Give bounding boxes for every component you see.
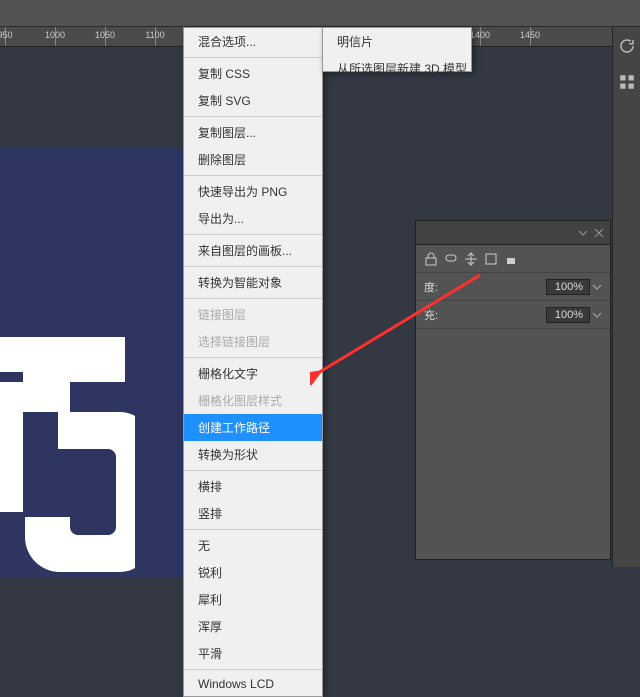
panel-header	[416, 221, 610, 245]
ruler-label: 1400	[470, 30, 490, 40]
submenu: 明信片从所选图层新建 3D 模型	[322, 27, 472, 72]
chevron-down-icon[interactable]	[592, 282, 602, 292]
lock2-icon[interactable]	[504, 252, 518, 266]
close-icon[interactable]	[594, 228, 604, 238]
ruler-label: 1450	[520, 30, 540, 40]
menu-item[interactable]: 创建工作路径	[184, 414, 322, 441]
menu-item: 选择链接图层	[184, 328, 322, 355]
menu-item[interactable]: 平滑	[184, 640, 322, 667]
ruler-label: 950	[0, 30, 13, 40]
menu-item[interactable]: 来自图层的画板...	[184, 237, 322, 264]
context-menu: 混合选项... 复制 CSS复制 SVG 复制图层...删除图层快速导出为 PNG导…	[183, 27, 323, 697]
opacity-row: 度: 100%	[416, 273, 610, 301]
menu-item[interactable]: 浑厚	[184, 613, 322, 640]
menu-separator	[184, 669, 322, 670]
menu-separator	[184, 357, 322, 358]
menu-item[interactable]: Windows LCD	[184, 672, 322, 696]
text-glyph	[0, 337, 135, 577]
submenu-item[interactable]: 从所选图层新建 3D 模型	[323, 55, 471, 82]
menu-item[interactable]: 复制图层...	[184, 119, 322, 146]
menu-item[interactable]: 混合选项...	[184, 28, 322, 55]
app-toolbar	[0, 0, 640, 27]
menu-item[interactable]: 转换为智能对象	[184, 269, 322, 296]
link-icon[interactable]	[444, 252, 458, 266]
artboard[interactable]	[0, 147, 190, 577]
panel-icon-row	[416, 245, 610, 273]
crop-icon[interactable]	[484, 252, 498, 266]
ruler-label: 1050	[95, 30, 115, 40]
opacity-label: 度:	[424, 279, 438, 295]
opacity-value[interactable]: 100%	[546, 279, 590, 295]
menu-item[interactable]: 犀利	[184, 586, 322, 613]
fill-label: 充:	[424, 307, 438, 323]
menu-item[interactable]: 复制 SVG	[184, 87, 322, 114]
menu-item[interactable]: 复制 CSS	[184, 60, 322, 87]
menu-item[interactable]: 无	[184, 532, 322, 559]
menu-separator	[184, 116, 322, 117]
collapse-icon[interactable]	[578, 228, 588, 238]
menu-separator	[184, 529, 322, 530]
grid-icon[interactable]	[618, 73, 636, 91]
menu-item[interactable]: 竖排	[184, 500, 322, 527]
menu-separator	[184, 57, 322, 58]
ruler-label: 1000	[45, 30, 65, 40]
menu-item[interactable]: 删除图层	[184, 146, 322, 173]
move-icon[interactable]	[464, 252, 478, 266]
menu-item[interactable]: 快速导出为 PNG	[184, 178, 322, 205]
menu-separator	[184, 175, 322, 176]
menu-separator	[184, 234, 322, 235]
menu-item[interactable]: 横排	[184, 473, 322, 500]
refresh-icon[interactable]	[618, 37, 636, 55]
menu-item: 栅格化图层样式	[184, 387, 322, 414]
menu-item: 链接图层	[184, 301, 322, 328]
chevron-down-icon[interactable]	[592, 310, 602, 320]
right-dock	[612, 27, 640, 567]
layers-panel: 度: 100% 充: 100%	[415, 220, 611, 560]
fill-row: 充: 100%	[416, 301, 610, 329]
menu-item[interactable]: 锐利	[184, 559, 322, 586]
panel-body	[416, 329, 610, 549]
menu-item[interactable]: 栅格化文字	[184, 360, 322, 387]
menu-item[interactable]: 导出为...	[184, 205, 322, 232]
lock-icon[interactable]	[424, 252, 438, 266]
submenu-item[interactable]: 明信片	[323, 28, 471, 55]
fill-value[interactable]: 100%	[546, 307, 590, 323]
menu-separator	[184, 470, 322, 471]
menu-separator	[184, 266, 322, 267]
menu-item[interactable]: 转换为形状	[184, 441, 322, 468]
ruler-label: 1100	[145, 30, 164, 40]
menu-separator	[184, 298, 322, 299]
